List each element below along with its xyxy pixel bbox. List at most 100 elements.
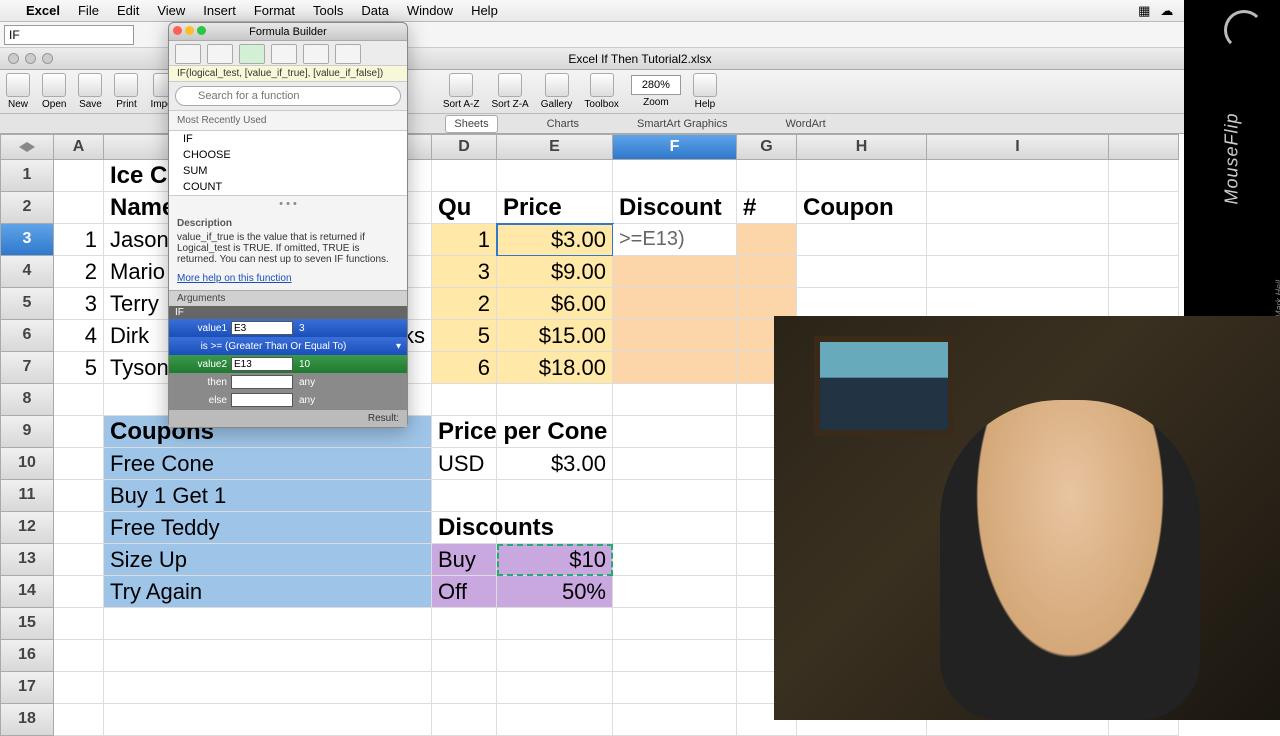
- cell[interactable]: Qu: [432, 192, 497, 224]
- minimize-icon[interactable]: [185, 26, 194, 35]
- function-search[interactable]: [175, 86, 401, 106]
- function-item[interactable]: CHOOSE: [169, 147, 407, 163]
- row-header[interactable]: 12: [0, 512, 54, 544]
- menu-view[interactable]: View: [157, 3, 185, 18]
- function-item[interactable]: COUNT: [169, 179, 407, 195]
- menu-data[interactable]: Data: [361, 3, 388, 18]
- sort-za-button[interactable]: Sort Z-A: [492, 73, 529, 110]
- cell[interactable]: 5: [54, 352, 104, 384]
- panel-tab-icon[interactable]: [335, 44, 361, 64]
- arg-input[interactable]: [231, 393, 293, 407]
- cell[interactable]: Buy 1 Get 1: [104, 480, 432, 512]
- cell[interactable]: 1: [432, 224, 497, 256]
- select-all-corner[interactable]: [0, 134, 54, 160]
- row-header[interactable]: 18: [0, 704, 54, 736]
- cell[interactable]: Try Again: [104, 576, 432, 608]
- search-input[interactable]: [175, 86, 401, 106]
- menu-format[interactable]: Format: [254, 3, 295, 18]
- row-header[interactable]: 10: [0, 448, 54, 480]
- cell-referenced[interactable]: $10: [497, 544, 613, 576]
- panel-tab-icon[interactable]: [303, 44, 329, 64]
- cell[interactable]: Free Cone: [104, 448, 432, 480]
- col-header-d[interactable]: D: [432, 134, 497, 160]
- row-header[interactable]: 16: [0, 640, 54, 672]
- cell[interactable]: Coupon: [797, 192, 927, 224]
- status-icon[interactable]: ☁: [1160, 3, 1173, 19]
- zoom-control[interactable]: 280%Zoom: [631, 75, 681, 108]
- col-header-g[interactable]: G: [737, 134, 797, 160]
- cell[interactable]: #: [737, 192, 797, 224]
- col-header-a[interactable]: A: [54, 134, 104, 160]
- print-button[interactable]: Print: [114, 73, 138, 110]
- row-header[interactable]: 11: [0, 480, 54, 512]
- cell[interactable]: $15.00: [497, 320, 613, 352]
- menu-window[interactable]: Window: [407, 3, 453, 18]
- toolbox-button[interactable]: Toolbox: [584, 73, 618, 110]
- row-header[interactable]: 8: [0, 384, 54, 416]
- function-item[interactable]: SUM: [169, 163, 407, 179]
- row-header[interactable]: 1: [0, 160, 54, 192]
- status-icon[interactable]: ▦: [1138, 3, 1150, 19]
- panel-tab-icon[interactable]: [239, 44, 265, 64]
- cell[interactable]: 2: [54, 256, 104, 288]
- menu-tools[interactable]: Tools: [313, 3, 343, 18]
- arg-row-else[interactable]: else any: [169, 391, 407, 409]
- cell[interactable]: $3.00: [497, 448, 613, 480]
- sort-az-button[interactable]: Sort A-Z: [443, 73, 480, 110]
- cell[interactable]: Discounts: [432, 512, 497, 544]
- zoom-icon[interactable]: [197, 26, 206, 35]
- row-header[interactable]: 9: [0, 416, 54, 448]
- row-header[interactable]: 5: [0, 288, 54, 320]
- cell[interactable]: Free Teddy: [104, 512, 432, 544]
- cell[interactable]: $9.00: [497, 256, 613, 288]
- more-help-link[interactable]: More help on this function: [169, 271, 407, 290]
- cell[interactable]: Off: [432, 576, 497, 608]
- function-item[interactable]: IF: [169, 131, 407, 147]
- row-header[interactable]: 17: [0, 672, 54, 704]
- cell[interactable]: USD: [432, 448, 497, 480]
- panel-tab-icon[interactable]: [175, 44, 201, 64]
- cell[interactable]: 5: [432, 320, 497, 352]
- col-header-h[interactable]: H: [797, 134, 927, 160]
- row-header[interactable]: 15: [0, 608, 54, 640]
- menu-edit[interactable]: Edit: [117, 3, 139, 18]
- cell[interactable]: 3: [54, 288, 104, 320]
- col-header-f[interactable]: F: [613, 134, 737, 160]
- cell[interactable]: 50%: [497, 576, 613, 608]
- cell[interactable]: 1: [54, 224, 104, 256]
- close-icon[interactable]: [173, 26, 182, 35]
- cell[interactable]: 4: [54, 320, 104, 352]
- active-cell-edit[interactable]: >=E13): [613, 224, 737, 256]
- minimize-icon[interactable]: [25, 53, 36, 64]
- new-button[interactable]: New: [6, 73, 30, 110]
- open-button[interactable]: Open: [42, 73, 66, 110]
- cell[interactable]: $6.00: [497, 288, 613, 320]
- menu-file[interactable]: File: [78, 3, 99, 18]
- formula-builder-panel[interactable]: Formula Builder IF(logical_test, [value_…: [168, 22, 408, 428]
- arg-input[interactable]: [231, 375, 293, 389]
- name-box[interactable]: IF: [4, 25, 134, 45]
- row-header[interactable]: 2: [0, 192, 54, 224]
- cell[interactable]: Price per Cone: [432, 416, 497, 448]
- panel-titlebar[interactable]: Formula Builder: [169, 23, 407, 41]
- close-icon[interactable]: [8, 53, 19, 64]
- arg-input[interactable]: [231, 321, 293, 335]
- tab-smartart[interactable]: SmartArt Graphics: [628, 115, 736, 133]
- cell[interactable]: 2: [432, 288, 497, 320]
- cell[interactable]: $18.00: [497, 352, 613, 384]
- arg-row-value1[interactable]: value1 3: [169, 319, 407, 337]
- arg-row-value2[interactable]: value2 10: [169, 355, 407, 373]
- row-header[interactable]: 3: [0, 224, 54, 256]
- col-header-blank[interactable]: [1109, 134, 1179, 160]
- cell[interactable]: Buy: [432, 544, 497, 576]
- panel-tab-icon[interactable]: [207, 44, 233, 64]
- col-header-i[interactable]: I: [927, 134, 1109, 160]
- gallery-button[interactable]: Gallery: [541, 73, 573, 110]
- row-header[interactable]: 6: [0, 320, 54, 352]
- menu-help[interactable]: Help: [471, 3, 498, 18]
- col-header-e[interactable]: E: [497, 134, 613, 160]
- expand-dots[interactable]: • • •: [169, 196, 407, 212]
- save-button[interactable]: Save: [78, 73, 102, 110]
- help-button[interactable]: Help: [693, 73, 717, 110]
- cell[interactable]: Size Up: [104, 544, 432, 576]
